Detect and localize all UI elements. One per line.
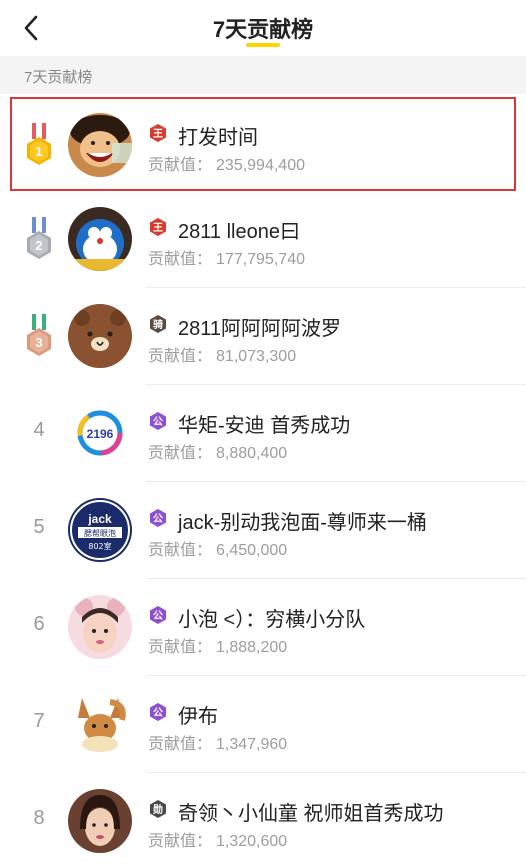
knight-badge-icon: 骑 bbox=[150, 315, 166, 333]
user-name: 2811阿阿阿阿波罗 bbox=[178, 318, 342, 340]
avatar[interactable] bbox=[68, 304, 132, 368]
contribution-value: 贡献值： 1,320,600 bbox=[148, 833, 288, 850]
section-label: 7天贡献榜 bbox=[24, 69, 93, 86]
contribution-value: 贡献值： 1,347,960 bbox=[148, 736, 288, 753]
duke-badge-icon: 公 bbox=[150, 606, 166, 624]
leaderboard-row-8[interactable]: 8 勋 奇领丶小仙童 祝师姐首秀成功 贡献值： 1,320,600 bbox=[0, 773, 526, 865]
duke-badge-icon: 公 bbox=[150, 703, 166, 721]
contribution-value: 贡献值： 235,994,400 bbox=[148, 157, 305, 174]
rank-number: 4 bbox=[33, 419, 45, 441]
rank-number: 8 bbox=[33, 807, 45, 829]
duke-badge-icon: 公 bbox=[150, 412, 166, 430]
user-name: 奇领丶小仙童 祝师姐首秀成功 bbox=[178, 803, 444, 825]
rank-number: 6 bbox=[33, 613, 45, 635]
leaderboard-list: 1 王 打发时间 贡献值： 235,994,400 2 王 2811 lleon… bbox=[0, 94, 526, 865]
rank-number: 7 bbox=[33, 710, 45, 732]
leaderboard-row-5[interactable]: 5 jack 腮帮眼泡 802室 公 jack-别动我泡面-尊师来一桶 贡献值：… bbox=[0, 482, 526, 579]
user-name: 小泡 <）：穷横小分队 bbox=[178, 609, 366, 631]
contribution-value: 贡献值： 81,073,300 bbox=[148, 348, 297, 365]
bronze-medal-icon: 3 bbox=[27, 314, 51, 356]
avatar[interactable] bbox=[68, 113, 132, 177]
title-underline bbox=[246, 43, 280, 47]
user-name: 打发时间 bbox=[178, 127, 258, 149]
leaderboard-row-2[interactable]: 2 王 2811 lleone曰 贡献值： 177,795,740 bbox=[0, 191, 526, 288]
avatar[interactable] bbox=[68, 207, 132, 271]
svg-text:3: 3 bbox=[35, 335, 42, 350]
leaderboard-row-6[interactable]: 6 公 小泡 <）：穷横小分队 贡献值： 1,888,200 bbox=[0, 579, 526, 676]
svg-text:王: 王 bbox=[153, 222, 163, 234]
avatar[interactable]: jack 腮帮眼泡 802室 bbox=[68, 498, 132, 562]
svg-text:腮帮眼泡: 腮帮眼泡 bbox=[84, 528, 116, 538]
contribution-value: 贡献值： 1,888,200 bbox=[148, 639, 288, 656]
svg-text:公: 公 bbox=[153, 513, 163, 525]
silver-medal-icon: 2 bbox=[27, 217, 51, 259]
user-name: 伊布 bbox=[178, 706, 218, 728]
rank-number: 5 bbox=[33, 516, 45, 538]
contribution-value: 贡献值： 8,880,400 bbox=[148, 445, 288, 462]
duke-badge-icon: 公 bbox=[150, 509, 166, 527]
svg-text:公: 公 bbox=[153, 610, 163, 622]
top-bar: 7天贡献榜 bbox=[0, 0, 526, 56]
avatar[interactable] bbox=[68, 595, 132, 659]
leaderboard-row-4[interactable]: 4 2196 公 华矩-安迪 首秀成功 贡献值： 8,880,400 bbox=[0, 385, 526, 482]
svg-text:骑: 骑 bbox=[153, 318, 163, 331]
svg-text:公: 公 bbox=[153, 707, 163, 719]
svg-text:jack: jack bbox=[87, 512, 112, 526]
contribution-value: 贡献值： 6,450,000 bbox=[148, 542, 288, 559]
svg-text:王: 王 bbox=[153, 128, 163, 140]
noble-badge-icon: 勋 bbox=[150, 800, 166, 818]
svg-text:1: 1 bbox=[35, 144, 42, 159]
page-title: 7天贡献榜 bbox=[212, 17, 314, 42]
user-name: 2811 lleone曰 bbox=[178, 221, 300, 243]
contribution-value: 贡献值： 177,795,740 bbox=[148, 251, 305, 268]
user-name: jack-别动我泡面-尊师来一桶 bbox=[178, 512, 427, 534]
section-header: 7天贡献榜 bbox=[0, 56, 526, 94]
avatar[interactable] bbox=[68, 692, 132, 756]
gold-medal-icon: 1 bbox=[27, 123, 51, 165]
svg-text:勋: 勋 bbox=[152, 803, 163, 816]
svg-text:2: 2 bbox=[35, 238, 42, 253]
leaderboard-row-1[interactable]: 1 王 打发时间 贡献值： 235,994,400 bbox=[10, 97, 516, 191]
king-badge-icon: 王 bbox=[150, 218, 166, 236]
leaderboard-row-3[interactable]: 3 骑 2811阿阿阿阿波罗 贡献值： 81,073,300 bbox=[0, 288, 526, 385]
avatar[interactable]: 2196 bbox=[68, 401, 132, 465]
svg-text:公: 公 bbox=[153, 416, 163, 428]
king-badge-icon: 王 bbox=[150, 124, 166, 142]
avatar[interactable] bbox=[68, 789, 132, 853]
svg-text:802室: 802室 bbox=[88, 541, 111, 551]
leaderboard-row-7[interactable]: 7 公 伊布 贡献值： 1,347,960 bbox=[0, 676, 526, 773]
svg-text:2196: 2196 bbox=[87, 427, 114, 441]
user-name: 华矩-安迪 首秀成功 bbox=[178, 415, 351, 437]
